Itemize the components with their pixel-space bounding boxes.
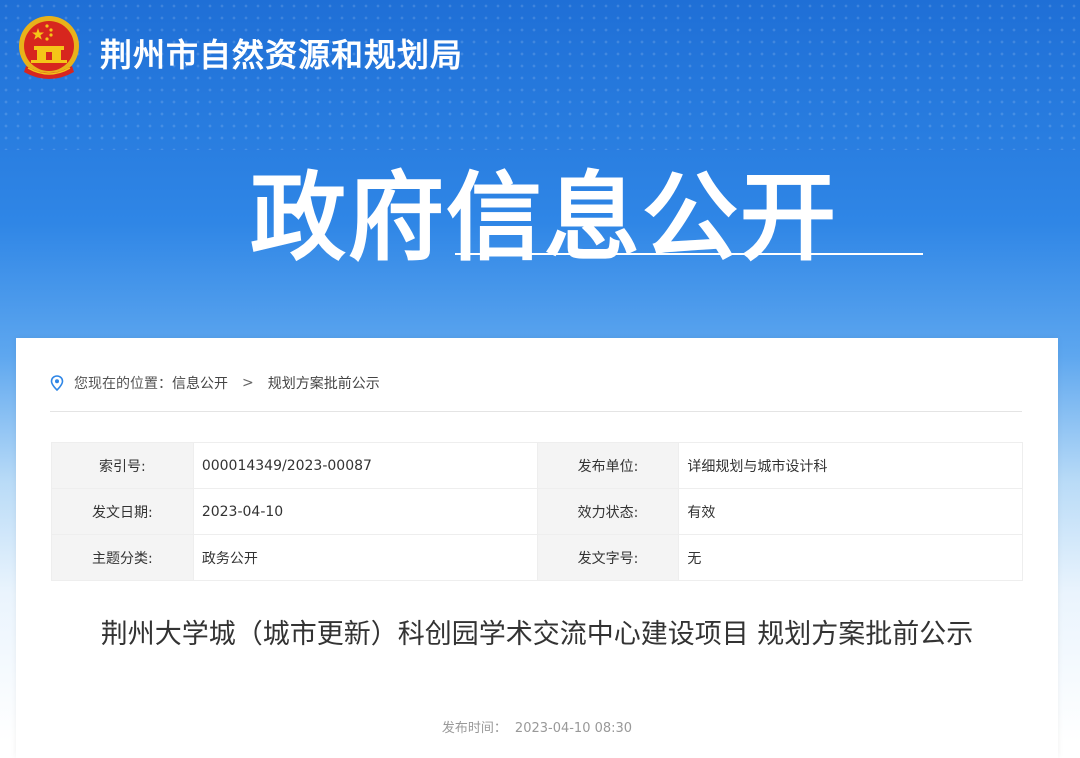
banner-title: 政府信息公开 (250, 162, 838, 274)
breadcrumb-prefix: 您现在的位置： (74, 376, 172, 392)
breadcrumb-item-plan-publicity[interactable]: 规划方案批前公示 (268, 373, 380, 393)
document-meta-table: 索引号: 000014349/2023-00087 发布单位: 详细规划与城市设… (51, 442, 1023, 581)
table-row: 索引号: 000014349/2023-00087 发布单位: 详细规划与城市设… (51, 442, 1023, 489)
index-number-label: 索引号: (51, 442, 194, 489)
validity-status-label: 效力状态: (536, 488, 680, 535)
breadcrumb-divider (50, 411, 1022, 412)
topic-category-label: 主题分类: (51, 534, 194, 581)
publish-time-value: 2023-04-10 08:30 (514, 721, 633, 736)
index-number-value: 000014349/2023-00087 (192, 442, 538, 489)
document-number-label: 发文字号: (536, 534, 680, 581)
site-title[interactable]: 荆州市自然资源和规划局 (100, 30, 463, 76)
breadcrumb: 您现在的位置： 信息公开 > 规划方案批前公示 (50, 372, 380, 394)
publish-time: 发布时间： 2023-04-10 08:30 (16, 717, 1058, 736)
document-number-value: 无 (678, 534, 1023, 581)
location-pin-icon (50, 375, 64, 391)
table-row: 主题分类: 政务公开 发文字号: 无 (51, 534, 1023, 581)
banner-underline (455, 253, 923, 255)
article-title: 荆州大学城（城市更新）科创园学术交流中心建设项目 规划方案批前公示 (100, 619, 974, 650)
topic-category-value: 政务公开 (192, 534, 538, 581)
publisher-value: 详细规划与城市设计科 (678, 442, 1023, 489)
breadcrumb-separator: > (242, 375, 254, 391)
publish-time-label: 发布时间： (441, 721, 507, 736)
issue-date-value: 2023-04-10 (192, 488, 538, 535)
issue-date-label: 发文日期: (51, 488, 194, 535)
validity-status-value: 有效 (678, 488, 1023, 535)
national-emblem-icon[interactable] (16, 14, 82, 86)
publisher-label: 发布单位: (536, 442, 680, 489)
content-card: 您现在的位置： 信息公开 > 规划方案批前公示 索引号: 000014349/2… (16, 338, 1058, 758)
breadcrumb-item-info-disclosure[interactable]: 信息公开 (172, 373, 228, 393)
table-row: 发文日期: 2023-04-10 效力状态: 有效 (51, 488, 1023, 535)
